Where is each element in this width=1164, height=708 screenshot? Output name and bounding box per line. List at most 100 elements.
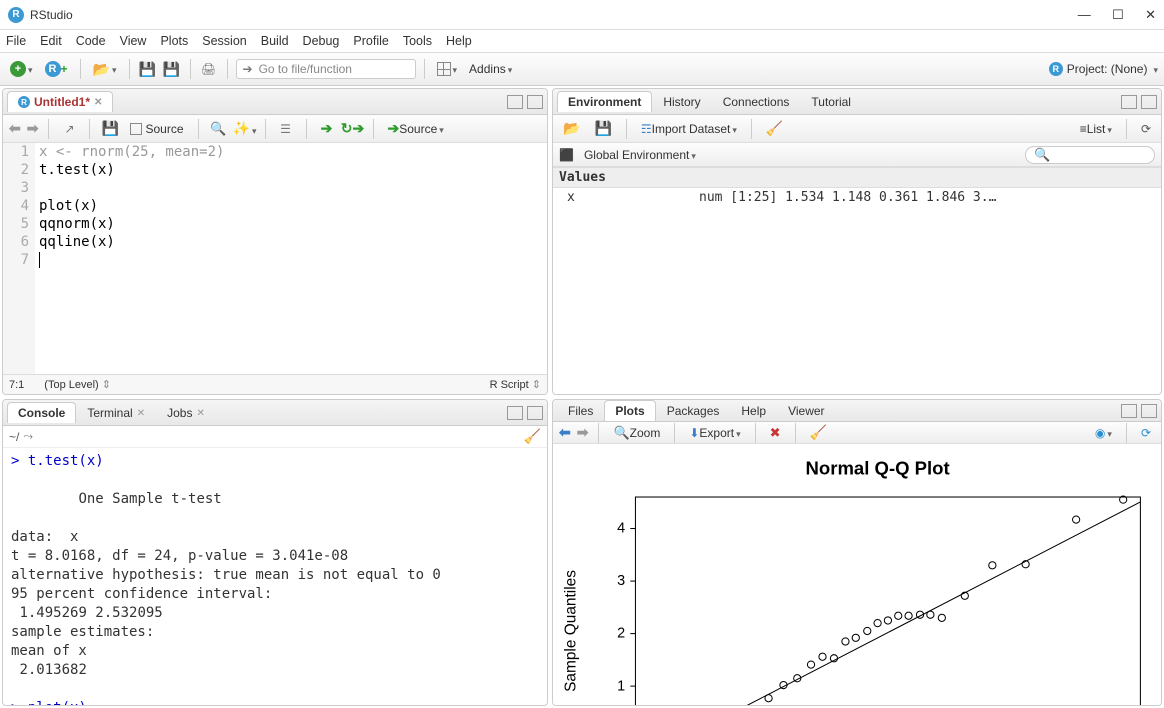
menu-plots[interactable]: Plots [160,34,188,48]
close-tab-icon[interactable]: ✕ [94,97,102,108]
tab-packages[interactable]: Packages [656,400,731,421]
run-icon[interactable]: ➔ [317,119,337,139]
minimize-pane-icon[interactable] [507,95,523,109]
prev-plot-icon[interactable]: ⬅ [559,424,571,441]
source-pane: R Untitled1* ✕ ⬅ ➡ ↗ 💾 Source 🔍 ✨ ☰ ➔ [2,88,548,395]
minimize-pane-icon[interactable] [1121,95,1137,109]
load-workspace-icon[interactable]: 📂 [559,118,584,139]
env-search-input[interactable]: 🔍 [1025,146,1155,164]
menu-session[interactable]: Session [202,34,246,48]
plots-toolbar: ⬅ ➡ 🔍 Zoom ⬇ Export ✖ 🧹 ◉ ⟳ [553,422,1161,444]
open-file-button[interactable]: 📂 [89,59,121,80]
clear-console-icon[interactable]: 🧹 [524,428,541,445]
language-selector[interactable]: R Script ⇕ [490,378,541,391]
tab-connections[interactable]: Connections [712,91,801,112]
source-tabs: R Untitled1* ✕ [3,89,547,115]
menu-tools[interactable]: Tools [403,34,432,48]
menu-file[interactable]: File [6,34,26,48]
console-output[interactable]: > t.test(x) One Sample t-test data: x t … [3,448,547,705]
svg-text:Sample Quantiles: Sample Quantiles [563,570,580,692]
tab-console[interactable]: Console [7,402,76,423]
save-workspace-icon[interactable]: 💾 [590,118,615,139]
new-file-button[interactable]: + [6,59,37,79]
publish-icon[interactable]: ◉ [1091,424,1116,442]
show-in-new-window-button[interactable]: ↗ [59,119,79,139]
menu-help[interactable]: Help [446,34,472,48]
console-tabs: Console Terminal ✕ Jobs ✕ [3,400,547,426]
minimize-button[interactable]: — [1078,7,1091,22]
cursor-position: 7:1 [9,379,24,391]
project-menu[interactable]: R Project: (None) [1049,62,1158,76]
menu-debug[interactable]: Debug [303,34,340,48]
source-button[interactable]: ➔ Source [384,118,448,139]
tab-tutorial[interactable]: Tutorial [800,91,862,112]
menubar: File Edit Code View Plots Session Build … [0,30,1164,52]
clear-env-icon[interactable]: 🧹 [762,118,787,139]
r-file-icon: R [18,96,30,108]
clear-plots-icon[interactable]: 🧹 [806,422,831,443]
save-button[interactable]: 💾 [138,59,158,79]
menu-code[interactable]: Code [76,34,106,48]
env-row[interactable]: xnum [1:25] 1.534 1.148 0.361 1.846 3.… [553,188,1161,207]
maximize-button[interactable]: ☐ [1112,7,1124,22]
find-icon[interactable]: 🔍 [209,119,229,139]
tab-files[interactable]: Files [557,400,604,421]
nav-fwd-icon[interactable]: ➡ [27,120,39,137]
minimize-pane-icon[interactable] [1121,404,1137,418]
import-dataset-button[interactable]: ☶ Import Dataset [637,120,741,138]
editor-area[interactable]: 1 2 3 4 5 6 7 x <- rnorm(25, mean=2) t.t… [3,143,547,374]
panes-button[interactable] [433,60,462,78]
tab-jobs[interactable]: Jobs ✕ [156,402,216,423]
menu-build[interactable]: Build [261,34,289,48]
menu-view[interactable]: View [120,34,147,48]
minimize-pane-icon[interactable] [507,406,523,420]
env-scope-selector[interactable]: Global Environment [580,146,700,164]
tab-terminal[interactable]: Terminal ✕ [76,402,156,423]
zoom-button[interactable]: 🔍 Zoom [609,423,664,443]
tab-plots[interactable]: Plots [604,400,655,421]
export-button[interactable]: ⬇ Export [685,424,744,442]
next-plot-icon[interactable]: ➡ [577,424,589,441]
menu-edit[interactable]: Edit [40,34,62,48]
nav-back-icon[interactable]: ⬅ [9,120,21,137]
source-on-save-check[interactable]: Source [126,120,187,138]
maximize-pane-icon[interactable] [1141,404,1157,418]
refresh-env-icon[interactable]: ⟳ [1137,120,1155,138]
tab-history[interactable]: History [652,91,711,112]
save-source-button[interactable]: 💾 [100,119,120,139]
svg-text:1: 1 [617,678,625,694]
source-toolbar: ⬅ ➡ ↗ 💾 Source 🔍 ✨ ☰ ➔ ↻➔ ➔ Source [3,115,547,143]
goto-file-input[interactable]: ➔ Go to file/function [236,59,416,79]
source-tab-untitled[interactable]: R Untitled1* ✕ [7,91,113,112]
console-pane: Console Terminal ✕ Jobs ✕ ~/ ⤳ 🧹 > t.tes… [2,399,548,706]
env-view-mode[interactable]: ≡ List [1076,120,1116,138]
br-tabs: Files Plots Packages Help Viewer [553,400,1161,422]
maximize-pane-icon[interactable] [1141,95,1157,109]
project-icon: R [1049,62,1063,76]
save-all-button[interactable]: 💾 [162,59,182,79]
rerun-icon[interactable]: ↻➔ [343,119,363,139]
scope-selector[interactable]: (Top Level) ⇕ [44,378,111,391]
svg-text:4: 4 [617,521,625,537]
chevron-icon: ⤳ [23,429,33,444]
tab-environment[interactable]: Environment [557,91,652,112]
print-button[interactable]: 🖨 [199,59,219,79]
env-tabs: Environment History Connections Tutorial [553,89,1161,115]
new-project-button[interactable]: R+ [41,59,72,79]
env-scope-bar: ⬛ Global Environment 🔍 [553,143,1161,167]
addins-button[interactable]: Addins [465,60,516,78]
rstudio-icon: R [8,7,24,23]
compile-report-icon[interactable]: ☰ [276,119,296,139]
code-tools-icon[interactable]: ✨ [235,119,255,139]
svg-text:Normal Q-Q Plot: Normal Q-Q Plot [806,457,950,478]
tab-help[interactable]: Help [730,400,777,421]
tab-viewer[interactable]: Viewer [777,400,835,421]
grid-icon [437,62,451,76]
remove-plot-icon[interactable]: ✖ [766,423,785,443]
maximize-pane-icon[interactable] [527,95,543,109]
env-toolbar: 📂 💾 ☶ Import Dataset 🧹 ≡ List ⟳ [553,115,1161,143]
menu-profile[interactable]: Profile [353,34,388,48]
maximize-pane-icon[interactable] [527,406,543,420]
refresh-plot-icon[interactable]: ⟳ [1137,424,1155,442]
close-button[interactable]: ✕ [1145,7,1156,22]
